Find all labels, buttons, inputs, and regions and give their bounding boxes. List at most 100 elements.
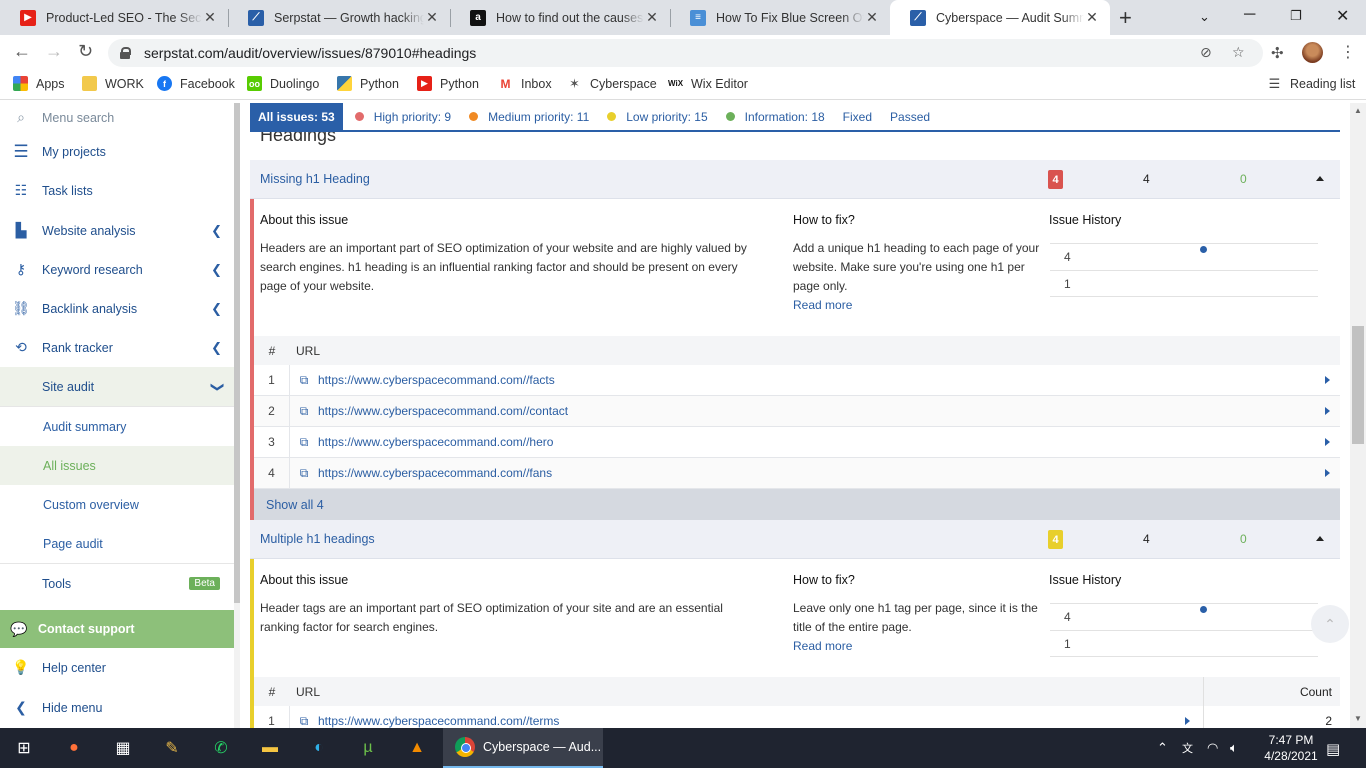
back-icon[interactable]: ← — [13, 41, 31, 62]
extensions-icon[interactable]: ✣ — [1271, 44, 1284, 62]
url-link[interactable]: https://www.cyberspacecommand.com//terms — [318, 714, 559, 728]
tray-chevron-up-icon[interactable]: ⌃ — [1157, 740, 1168, 756]
language-icon[interactable]: 文 — [1182, 740, 1193, 756]
external-link-icon[interactable]: ⧉ — [290, 714, 318, 729]
issue-header[interactable]: Missing h1 Heading 4 4 0 — [250, 160, 1340, 199]
sidebar-item-my-projects[interactable]: ☰ My projects — [0, 132, 234, 171]
firefox-icon[interactable]: ● — [62, 736, 86, 760]
menu-kebab-icon[interactable]: ⋮ — [1340, 42, 1356, 62]
browser-tab-active[interactable]: ⟋ Cyberspace — Audit Summa ✕ — [890, 0, 1110, 35]
bookmark-wix[interactable]: WiX Wix Editor — [668, 76, 748, 91]
sidebar-item-site-audit[interactable]: Site audit ❮ — [0, 367, 234, 406]
bookmark-inbox[interactable]: M Inbox — [498, 76, 552, 91]
table-row[interactable]: 1 ⧉ https://www.cyberspacecommand.com//fa… — [254, 365, 1340, 396]
bookmark-python-youtube[interactable]: ▶ Python — [417, 76, 479, 91]
file-explorer-icon[interactable]: ▬ — [258, 736, 282, 760]
help-center[interactable]: 💡 Help center — [0, 648, 234, 687]
reload-icon[interactable]: ↻ — [78, 41, 93, 62]
menu-search-input[interactable]: Menu search — [42, 111, 114, 125]
vlc-icon[interactable]: ▲ — [405, 736, 429, 760]
read-more-link[interactable]: Read more — [793, 298, 852, 312]
new-tab-icon[interactable]: + — [1119, 5, 1132, 31]
expand-arrow-icon[interactable] — [1185, 717, 1190, 725]
expand-arrow-icon[interactable] — [1325, 376, 1330, 384]
filter-fixed[interactable]: Fixed — [843, 110, 872, 124]
scroll-to-top-button[interactable]: ⌃ — [1311, 605, 1349, 643]
close-icon[interactable]: ✕ — [424, 9, 440, 26]
system-clock[interactable]: 7:47 PM 4/28/2021 — [1260, 732, 1322, 764]
show-all-button[interactable]: Show all 4 — [254, 489, 1340, 520]
expand-arrow-icon[interactable] — [1325, 438, 1330, 446]
sidebar-item-task-lists[interactable]: ☷ Task lists — [0, 171, 234, 210]
filter-all-issues[interactable]: All issues: 53 — [250, 103, 343, 131]
external-link-icon[interactable]: ⧉ — [290, 373, 318, 388]
url-link[interactable]: https://www.cyberspacecommand.com//hero — [318, 435, 553, 449]
contact-support-button[interactable]: 💬 Contact support — [0, 610, 240, 648]
close-icon[interactable]: ✕ — [864, 9, 880, 26]
browser-tab[interactable]: ▶ Product-Led SEO - The Secret ✕ — [0, 0, 228, 35]
bookmark-work[interactable]: WORK — [82, 76, 144, 91]
sidebar-item-keyword-research[interactable]: ⚷ Keyword research ❮ — [0, 250, 234, 289]
taskbar-chrome-window[interactable]: Cyberspace — Aud... — [443, 728, 603, 768]
edge-icon[interactable]: ◐ — [307, 736, 331, 760]
expand-arrow-icon[interactable] — [1325, 407, 1330, 415]
filter-low-priority[interactable]: Low priority: 15 — [607, 110, 708, 124]
browser-tab[interactable]: ≡ How To Fix Blue Screen Of De ✕ — [670, 0, 890, 35]
close-icon[interactable]: ✕ — [644, 9, 660, 26]
filter-passed[interactable]: Passed — [890, 110, 930, 124]
url-link[interactable]: https://www.cyberspacecommand.com//fans — [318, 466, 552, 480]
sidebar-item-website-analysis[interactable]: ▙ Website analysis ❮ — [0, 211, 234, 250]
expand-arrow-icon[interactable] — [1325, 469, 1330, 477]
sidebar-subitem-custom-overview[interactable]: Custom overview — [0, 485, 234, 524]
browser-tab[interactable]: a How to find out the causes of ✕ — [450, 0, 670, 35]
utorrent-icon[interactable]: µ — [356, 736, 380, 760]
filter-medium-priority[interactable]: Medium priority: 11 — [469, 110, 589, 124]
external-link-icon[interactable]: ⧉ — [290, 466, 318, 481]
table-row[interactable]: 2 ⧉ https://www.cyberspacecommand.com//co… — [254, 396, 1340, 427]
issue-header[interactable]: Multiple h1 headings 4 4 0 — [250, 520, 1340, 559]
filter-high-priority[interactable]: High priority: 9 — [354, 110, 451, 124]
collapse-caret-icon[interactable] — [1316, 176, 1324, 181]
reading-list[interactable]: ☰ Reading list — [1267, 76, 1355, 91]
read-more-link[interactable]: Read more — [793, 639, 852, 653]
minimize-icon[interactable]: ─ — [1244, 6, 1255, 24]
url-link[interactable]: https://www.cyberspacecommand.com//conta… — [318, 404, 568, 418]
table-row[interactable]: 1 ⧉ https://www.cyberspacecommand.com//te… — [254, 706, 1340, 728]
bookmark-duolingo[interactable]: oo Duolingo — [247, 76, 319, 91]
sidebar-subitem-page-audit[interactable]: Page audit — [0, 524, 234, 563]
url-link[interactable]: https://www.cyberspacecommand.com//facts — [318, 373, 555, 387]
filter-information[interactable]: Information: 18 — [725, 110, 825, 124]
maximize-icon[interactable]: ❐ — [1290, 8, 1302, 24]
issue-name[interactable]: Multiple h1 headings — [250, 532, 375, 546]
sidebar-item-rank-tracker[interactable]: ⟲ Rank tracker ❮ — [0, 328, 234, 367]
tab-search-icon[interactable]: ⌄ — [1199, 9, 1210, 25]
bookmark-star-icon[interactable]: ☆ — [1232, 44, 1245, 61]
collapse-caret-icon[interactable] — [1316, 536, 1324, 541]
issue-name[interactable]: Missing h1 Heading — [250, 172, 370, 186]
calculator-icon[interactable]: ▦ — [111, 736, 135, 760]
table-row[interactable]: 3 ⧉ https://www.cyberspacecommand.com//he… — [254, 427, 1340, 458]
external-link-icon[interactable]: ⧉ — [290, 435, 318, 450]
sidebar-item-tools[interactable]: Tools Beta — [0, 564, 234, 603]
bookmark-cyberspace[interactable]: ✶ Cyberspace — [567, 76, 657, 91]
bookmark-apps[interactable]: Apps — [13, 76, 65, 91]
address-bar[interactable]: serpstat.com/audit/overview/issues/87901… — [108, 39, 1263, 67]
close-icon[interactable]: ✕ — [202, 9, 218, 26]
sidebar-item-backlink-analysis[interactable]: ⛓ Backlink analysis ❮ — [0, 289, 234, 328]
table-row[interactable]: 4 ⧉ https://www.cyberspacecommand.com//fa… — [254, 458, 1340, 489]
bookmark-python[interactable]: Python — [337, 76, 399, 91]
forward-icon[interactable]: → — [45, 41, 63, 62]
browser-tab[interactable]: ⟋ Serpstat — Growth hacking to ✕ — [228, 0, 450, 35]
external-link-icon[interactable]: ⧉ — [290, 404, 318, 419]
hide-menu[interactable]: ❮ Hide menu — [0, 688, 234, 727]
windows-start-icon[interactable]: ⊞ — [12, 736, 36, 760]
whatsapp-icon[interactable]: ✆ — [209, 736, 233, 760]
bookmark-facebook[interactable]: f Facebook — [157, 76, 235, 91]
sidebar-subitem-all-issues[interactable]: All issues — [0, 446, 234, 485]
notifications-icon[interactable]: ▤ — [1326, 740, 1340, 758]
paint-icon[interactable]: ✎ — [160, 736, 184, 760]
sidebar-subitem-audit-summary[interactable]: Audit summary — [0, 407, 234, 446]
wifi-icon[interactable]: ◠ — [1207, 740, 1218, 756]
avatar[interactable] — [1302, 42, 1323, 63]
window-close-icon[interactable]: ✕ — [1336, 6, 1349, 26]
